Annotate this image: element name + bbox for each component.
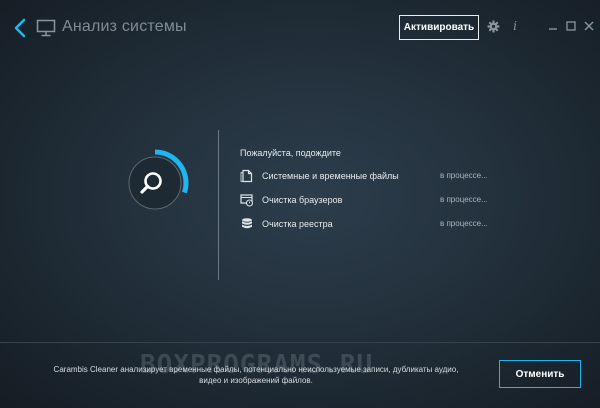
settings-button[interactable] bbox=[486, 19, 500, 33]
info-icon: i bbox=[513, 19, 517, 33]
vertical-divider bbox=[218, 130, 219, 280]
back-button[interactable] bbox=[10, 16, 30, 40]
footer-divider bbox=[0, 342, 600, 343]
task-label: Очистка реестра bbox=[262, 219, 333, 229]
task-row-system-files: Системные и временные файлы в процессе..… bbox=[240, 169, 500, 185]
cancel-button[interactable]: Отменить bbox=[499, 360, 581, 388]
maximize-icon bbox=[566, 21, 576, 31]
database-icon bbox=[242, 218, 252, 229]
task-label: Системные и временные файлы bbox=[262, 171, 399, 181]
footer-description: Carambis Cleaner анализирует временные ф… bbox=[53, 365, 459, 385]
file-icon bbox=[240, 169, 253, 183]
browser-clean-icon bbox=[240, 194, 254, 207]
monitor-icon bbox=[36, 19, 56, 37]
minimize-icon bbox=[549, 28, 557, 30]
task-status: в процессе... bbox=[440, 171, 488, 180]
title-bar: Анализ системы Активировать i bbox=[0, 0, 600, 56]
progress-spinner bbox=[128, 149, 189, 210]
maximize-button[interactable] bbox=[564, 19, 578, 33]
close-icon bbox=[584, 21, 594, 31]
task-status: в процессе... bbox=[440, 195, 488, 204]
info-button[interactable]: i bbox=[508, 19, 522, 33]
task-row-browsers: Очистка браузеров в процессе... bbox=[240, 193, 500, 209]
back-arrow-icon bbox=[14, 18, 26, 38]
gear-icon bbox=[487, 20, 499, 32]
task-status: в процессе... bbox=[440, 219, 488, 228]
task-row-registry: Очистка реестра в процессе... bbox=[240, 217, 500, 233]
status-heading: Пожалуйста, подождите bbox=[240, 148, 341, 158]
minimize-button[interactable] bbox=[546, 19, 560, 33]
task-label: Очистка браузеров bbox=[262, 195, 343, 205]
close-button[interactable] bbox=[582, 19, 596, 33]
activate-button[interactable]: Активировать bbox=[399, 15, 479, 40]
page-title: Анализ системы bbox=[62, 18, 187, 35]
